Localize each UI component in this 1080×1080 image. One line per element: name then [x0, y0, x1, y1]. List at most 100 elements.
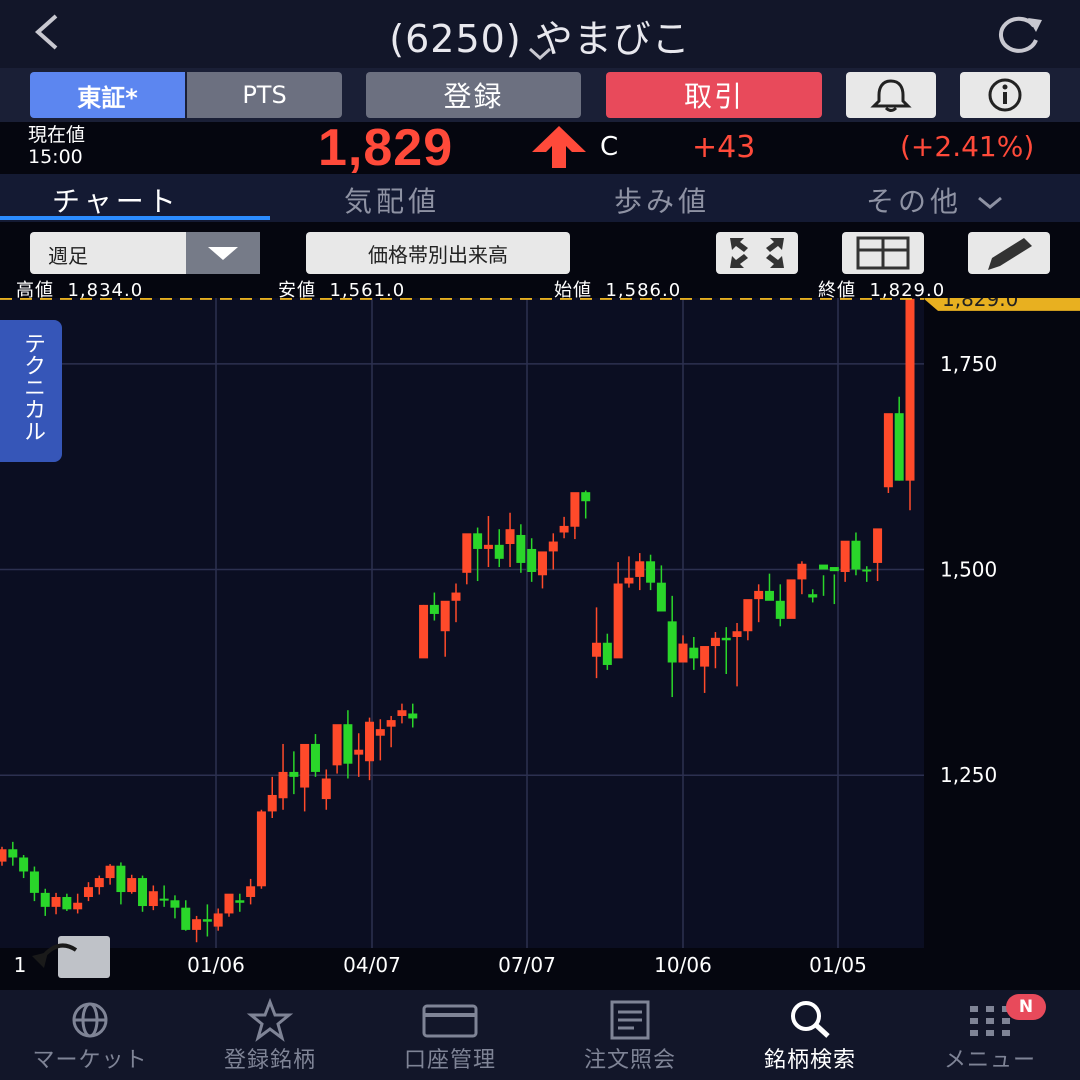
- x-tick-label: 01/05: [809, 953, 867, 977]
- candle-body: [667, 621, 677, 663]
- candle-body: [440, 600, 450, 632]
- candle: [883, 413, 893, 493]
- candle-body: [289, 771, 299, 777]
- x-tick-label: 10/06: [654, 953, 712, 977]
- candle-body: [624, 577, 634, 584]
- volume-profile-button[interactable]: 価格帯別出来高: [306, 232, 570, 274]
- dropdown-toggle[interactable]: [186, 232, 260, 274]
- star-icon: [246, 998, 294, 1042]
- candle-body: [365, 721, 375, 762]
- notification-badge: N: [1006, 994, 1046, 1020]
- candle-body: [170, 900, 180, 908]
- card-icon: [422, 1004, 478, 1038]
- candle-body: [840, 540, 850, 572]
- info-button[interactable]: [960, 72, 1050, 118]
- chevron-down-icon: [977, 196, 1002, 209]
- candle: [256, 809, 266, 889]
- candle-body: [516, 534, 526, 563]
- candle-body: [775, 600, 785, 619]
- close-flag: C: [600, 132, 619, 162]
- scroll-back-icon[interactable]: [28, 936, 110, 978]
- tab-ticks[interactable]: 歩み値: [614, 180, 710, 220]
- candle-body: [148, 891, 158, 907]
- candle-body: [300, 743, 310, 788]
- plot-area: [0, 298, 924, 948]
- market-pts-button[interactable]: PTS: [187, 72, 342, 118]
- candlestick-chart[interactable]: 1,750 1,500 1,250 1 01/06 04/07 07/07 10/06 01/…: [0, 298, 1080, 990]
- technical-tab-label: テクニカル: [20, 332, 45, 442]
- candle-body: [83, 887, 93, 897]
- search-icon: [791, 1001, 830, 1038]
- candle-body: [105, 865, 115, 879]
- nav-orders[interactable]: 注文照会: [540, 992, 720, 1078]
- candle-body: [797, 563, 807, 580]
- candle-body: [829, 567, 839, 572]
- candle-body: [256, 811, 266, 887]
- nav-menu-label: メニュー: [943, 1048, 1036, 1073]
- price-change: +43: [692, 130, 756, 165]
- refresh-icon[interactable]: [990, 10, 1046, 58]
- candle-body: [678, 643, 688, 663]
- expand-icon: [730, 238, 784, 268]
- expand-button[interactable]: [716, 232, 798, 274]
- tab-other[interactable]: その他: [866, 180, 1005, 220]
- trade-button[interactable]: 取引: [606, 72, 822, 118]
- candle-body: [138, 878, 148, 907]
- register-button[interactable]: 登録: [366, 72, 581, 118]
- y-tick-label: 1,500: [940, 558, 997, 582]
- candle-body: [332, 724, 342, 766]
- candle-body: [548, 541, 558, 552]
- candle-body: [267, 794, 277, 812]
- candle-body: [862, 569, 872, 572]
- candle-body: [451, 592, 461, 601]
- chevron-down-icon[interactable]: [526, 46, 554, 62]
- nav-market-label: マーケット: [32, 1048, 148, 1073]
- nav-orders-label: 注文照会: [583, 1048, 676, 1073]
- candle-body: [905, 298, 915, 481]
- candle-body: [646, 561, 656, 583]
- candle-body: [656, 582, 666, 612]
- candle-body: [159, 898, 169, 901]
- active-tab-indicator: [0, 216, 270, 220]
- tab-quotes[interactable]: 気配値: [344, 180, 440, 220]
- candle-body: [537, 551, 547, 576]
- nav-menu[interactable]: メニュー: [900, 992, 1080, 1078]
- bell-icon: [870, 79, 912, 112]
- alert-button[interactable]: [846, 72, 936, 118]
- candle-body: [94, 878, 104, 888]
- nav-search[interactable]: 銘柄検索: [720, 992, 900, 1078]
- candle-body: [592, 642, 602, 657]
- tab-chart[interactable]: チャート: [52, 180, 180, 220]
- nav-watchlist[interactable]: 登録銘柄: [180, 992, 360, 1078]
- candle-body: [786, 579, 796, 619]
- candle-body: [40, 892, 50, 907]
- candle: [224, 893, 234, 917]
- current-price-label: 現在値: [28, 124, 86, 146]
- tab-other-label: その他: [866, 185, 963, 218]
- candle-body: [613, 583, 623, 659]
- current-price: 1,829: [318, 119, 454, 177]
- candle-body: [808, 594, 818, 598]
- y-tick-label: 1,750: [940, 352, 997, 376]
- candle-body: [310, 743, 320, 772]
- candle-body: [819, 564, 829, 570]
- draw-button[interactable]: [968, 232, 1050, 274]
- nav-account-label: 口座管理: [403, 1048, 496, 1073]
- candle-body: [408, 713, 418, 719]
- candle-body: [570, 492, 580, 527]
- layout-grid-icon: [856, 236, 910, 270]
- candle-body: [73, 902, 83, 910]
- candle-body: [559, 525, 569, 533]
- nav-account[interactable]: 口座管理: [360, 992, 540, 1078]
- candle-body: [743, 599, 753, 632]
- candle-body: [700, 646, 710, 667]
- market-tosho-button[interactable]: 東証*: [30, 72, 185, 118]
- candle-body: [0, 849, 7, 862]
- layout-button[interactable]: [842, 232, 924, 274]
- candle-body: [527, 548, 537, 572]
- nav-market[interactable]: マーケット: [0, 992, 180, 1078]
- candle-body: [116, 865, 126, 893]
- candle: [419, 604, 429, 659]
- candle-body: [894, 413, 904, 481]
- candle-body: [62, 896, 72, 910]
